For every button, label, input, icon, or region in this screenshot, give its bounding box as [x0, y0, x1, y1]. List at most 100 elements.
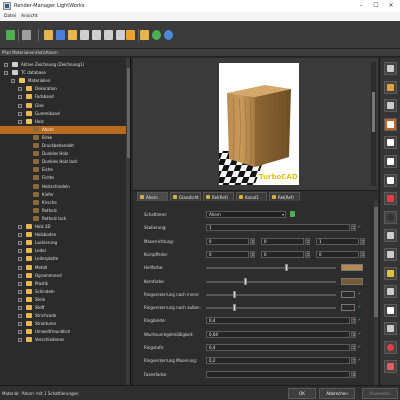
expand-toggle[interactable] [18, 322, 22, 327]
expand-toggle[interactable] [18, 87, 22, 92]
help-icon[interactable] [164, 30, 173, 40]
new-folder-icon[interactable] [44, 30, 53, 40]
tree-item[interactable]: Gummiband [0, 110, 128, 118]
image-tool-button[interactable] [384, 229, 397, 243]
check-icon[interactable]: ✓ [357, 305, 362, 310]
expand-toggle[interactable] [18, 314, 22, 319]
property-scrollbar[interactable] [374, 201, 378, 385]
tree-item[interactable]: Stoff [0, 304, 128, 312]
color-swatch[interactable] [341, 277, 363, 285]
preview-scrollbar[interactable] [371, 62, 376, 186]
tree-item[interactable]: Dekoration [0, 85, 128, 93]
expand-toggle[interactable] [18, 119, 22, 124]
tree-item[interactable]: Ogrammrend [0, 272, 128, 280]
pointer-alt-tool-button[interactable] [384, 155, 397, 168]
tree-item[interactable]: Metall [0, 264, 128, 272]
spinner[interactable] [305, 250, 310, 258]
expand-toggle[interactable] [18, 338, 22, 343]
expand-toggle[interactable] [18, 233, 22, 238]
check-icon[interactable]: ✓ [357, 345, 362, 350]
minimize-button[interactable]: – [356, 1, 366, 11]
close-button[interactable]: ✕ [386, 1, 396, 11]
tree-item[interactable]: Verschiedenes [0, 336, 128, 344]
expand-toggle[interactable] [18, 289, 22, 294]
vector-field[interactable]: 0 [206, 250, 249, 258]
tree-item[interactable]: Holzschindeln [0, 183, 128, 191]
spinner[interactable] [250, 250, 255, 258]
vector-field[interactable]: 0 [316, 250, 359, 258]
value-field[interactable]: 0,04 [206, 330, 350, 338]
tree-item[interactable]: Kiefer [0, 191, 128, 199]
tree-item[interactable]: TC database [0, 69, 128, 77]
tree-item[interactable]: Glas [0, 102, 128, 110]
expand-toggle[interactable] [18, 225, 22, 229]
slider-knob[interactable] [233, 290, 237, 298]
expand-toggle[interactable] [18, 95, 22, 100]
tab-5[interactable]: Rel(Ref) [269, 192, 300, 201]
spinner[interactable] [305, 237, 310, 245]
tree-item[interactable]: Kirsche [0, 199, 128, 207]
spinner[interactable] [351, 357, 356, 365]
slider-knob[interactable] [285, 264, 289, 272]
compass-tool-button[interactable] [384, 80, 397, 94]
check-icon[interactable]: ✓ [357, 358, 362, 363]
slider-knob[interactable] [243, 277, 247, 285]
spinner[interactable] [351, 370, 356, 378]
tree-item[interactable]: Farbband [0, 93, 128, 101]
lamp-tool-button[interactable] [384, 266, 397, 280]
vector-field[interactable]: 0 [261, 237, 304, 245]
tab-2[interactable]: Glanzlicht [170, 192, 201, 201]
slider-knob[interactable] [233, 304, 237, 312]
slider-track[interactable] [206, 307, 336, 310]
gear-icon[interactable] [126, 30, 135, 40]
expand-toggle[interactable] [18, 111, 22, 116]
red-tool-tool-button[interactable] [384, 192, 397, 206]
tree-item[interactable]: Leder [0, 247, 128, 255]
record-tool-button[interactable] [384, 341, 397, 354]
tree-item[interactable]: Schindeln [0, 288, 128, 296]
tree-item[interactable]: Eiche [0, 166, 128, 174]
tab-3[interactable]: Rel(Ref) [203, 192, 234, 201]
tree-item[interactable]: Materialien [0, 77, 128, 85]
value-field[interactable]: 0,4 [206, 317, 350, 325]
edit-icon[interactable] [104, 30, 113, 40]
spinner[interactable] [351, 317, 356, 325]
tree-item[interactable]: Holz [0, 118, 128, 126]
maximize-button[interactable]: ☐ [371, 1, 381, 11]
expand-toggle[interactable] [18, 241, 22, 246]
menu-datei[interactable]: Datei [4, 14, 16, 19]
apply-button[interactable]: Anwenden [362, 388, 398, 399]
expand-toggle[interactable] [18, 249, 22, 254]
tree-item[interactable]: Rotholz lack [0, 215, 128, 223]
new-material-icon[interactable] [56, 30, 65, 40]
pointer-tool-button[interactable] [384, 136, 397, 150]
search-icon[interactable] [92, 30, 101, 40]
tree-item[interactable]: Holz 2D [0, 223, 128, 231]
slider-track[interactable] [206, 267, 336, 270]
x-tool2-tool-button[interactable] [384, 303, 397, 317]
x-tool-tool-button[interactable] [384, 173, 397, 187]
folder-settings-icon[interactable] [140, 30, 149, 40]
map-slot[interactable] [341, 304, 355, 312]
dark-sphere-tool-button[interactable] [384, 210, 397, 224]
expand-toggle[interactable] [18, 281, 22, 286]
open-folder-icon[interactable] [68, 30, 77, 40]
vector-field[interactable]: 0 [206, 237, 249, 245]
expand-toggle[interactable] [4, 63, 8, 67]
expand-toggle[interactable] [18, 265, 22, 270]
shader-dropdown[interactable]: Ahorn [206, 211, 286, 218]
spinner[interactable] [351, 224, 356, 232]
tree-item[interactable]: Stein [0, 296, 128, 304]
expand-toggle[interactable] [11, 79, 15, 84]
expand-toggle[interactable] [18, 103, 22, 108]
tree-item[interactable]: Fichte [0, 174, 128, 182]
value-field[interactable]: 0,2 [206, 357, 350, 365]
check-icon[interactable]: ✓ [357, 331, 362, 337]
delete-icon[interactable] [116, 30, 125, 40]
expand-toggle[interactable] [4, 71, 8, 76]
value-field[interactable] [206, 370, 350, 378]
tree-item[interactable]: Plastik [0, 280, 128, 288]
spinner[interactable] [250, 237, 255, 245]
brush-tool-button[interactable] [384, 322, 397, 336]
tab-4[interactable]: Kanal1 [236, 192, 267, 201]
